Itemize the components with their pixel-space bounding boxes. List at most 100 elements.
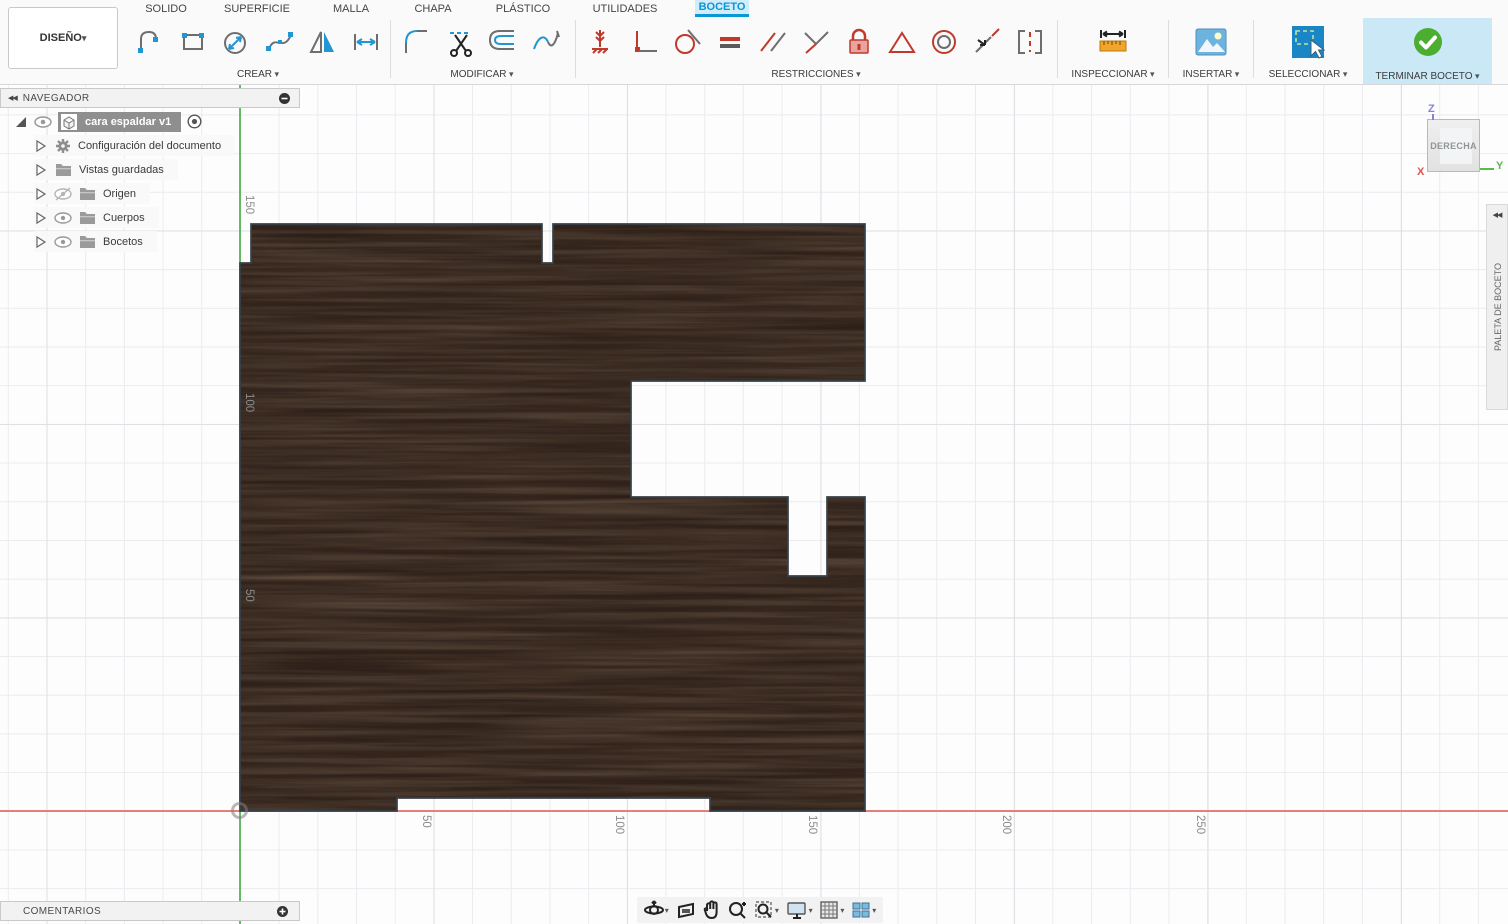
mirror-tool-icon[interactable]: [306, 25, 340, 59]
folder-icon: [56, 163, 71, 176]
concentric-constraint-icon[interactable]: [927, 25, 961, 59]
circle-tool-icon[interactable]: [219, 25, 253, 59]
grid-dropdown-caret[interactable]: ▾: [840, 906, 844, 915]
expand-arrow-icon[interactable]: [34, 186, 47, 202]
navigator-item-sketches[interactable]: Bocetos: [0, 231, 300, 252]
pan-button[interactable]: [702, 900, 720, 920]
sketch-profile[interactable]: [240, 224, 865, 811]
navigator-root-row[interactable]: cara espaldar v1: [0, 111, 300, 132]
group-crear: CREAR: [133, 20, 383, 82]
insert-image-icon[interactable]: [1194, 25, 1228, 59]
navigator-item-saved-views[interactable]: Vistas guardadas: [0, 159, 300, 180]
tab-malla[interactable]: MALLA: [328, 0, 374, 17]
edit-curve-tool-icon[interactable]: [529, 25, 563, 59]
fillet-tool-icon[interactable]: [401, 25, 435, 59]
sketch-palette-collapsed[interactable]: ◀◀ PALETA DE BOCETO: [1486, 204, 1508, 410]
sketch-origin-point[interactable]: [231, 802, 248, 819]
zoom-button[interactable]: [727, 900, 747, 920]
tab-utilidades[interactable]: UTILIDADES: [589, 0, 661, 17]
collapse-left-icon[interactable]: ◀◀: [8, 94, 18, 102]
x-tick-50: 50: [420, 815, 432, 828]
visibility-eye-icon[interactable]: [54, 235, 72, 249]
item-label: Origen: [103, 187, 137, 200]
tab-solido[interactable]: SOLIDO: [141, 0, 191, 17]
expanded-arrow-icon[interactable]: [14, 115, 28, 129]
look-at-button[interactable]: [676, 901, 696, 919]
minimize-circle-icon[interactable]: [278, 92, 291, 105]
orbit-dropdown-caret[interactable]: ▾: [665, 906, 669, 915]
inspeccionar-label[interactable]: INSPECCIONAR: [1063, 69, 1163, 80]
line-arc-tool-icon[interactable]: [133, 25, 167, 59]
tab-boceto[interactable]: BOCETO: [695, 0, 749, 17]
crear-label[interactable]: CREAR: [133, 69, 383, 80]
equal-constraint-icon[interactable]: [713, 25, 747, 59]
midpoint-constraint-icon[interactable]: [885, 25, 919, 59]
orbit-button[interactable]: ▾: [643, 900, 669, 920]
display-settings-button[interactable]: ▾: [786, 901, 813, 920]
coincident-constraint-icon[interactable]: [585, 25, 619, 59]
select-tool-icon[interactable]: [1291, 25, 1325, 59]
trim-tool-icon[interactable]: [444, 25, 478, 59]
separator: [1168, 20, 1169, 78]
collinear-constraint-icon[interactable]: [970, 25, 1004, 59]
seleccionar-label[interactable]: SELECCIONAR: [1258, 69, 1358, 80]
expand-arrow-icon[interactable]: [34, 234, 47, 250]
expand-palette-icon[interactable]: ◀◀: [1487, 211, 1507, 219]
viewports-dropdown-caret[interactable]: ▾: [872, 906, 876, 915]
rectangle-tool-icon[interactable]: [176, 25, 210, 59]
folder-icon: [80, 235, 95, 248]
navigator-item-doc-settings[interactable]: Configuración del documento: [0, 135, 300, 156]
symmetry-constraint-icon[interactable]: [1013, 25, 1047, 59]
visibility-off-eye-icon[interactable]: [54, 186, 72, 201]
tangent-constraint-icon[interactable]: [671, 25, 705, 59]
navigator-item-bodies[interactable]: Cuerpos: [0, 207, 300, 228]
modificar-label[interactable]: MODIFICAR: [401, 69, 563, 80]
parallel-constraint-icon[interactable]: [756, 25, 790, 59]
horizontal-vertical-constraint-icon[interactable]: [628, 25, 662, 59]
separator: [1057, 20, 1058, 78]
item-label: Vistas guardadas: [79, 163, 164, 176]
separator: [1253, 20, 1254, 78]
separator: [575, 20, 576, 78]
fit-dropdown-caret[interactable]: ▾: [775, 906, 779, 915]
navigator-header[interactable]: ◀◀ NAVEGADOR: [0, 88, 300, 108]
display-dropdown-caret[interactable]: ▾: [809, 906, 813, 915]
terminar-boceto-tile[interactable]: TERMINAR BOCETO: [1363, 18, 1492, 84]
perpendicular-constraint-icon[interactable]: [799, 25, 833, 59]
viewcube-x-axis-label: X: [1417, 166, 1425, 178]
activate-radio-icon[interactable]: [187, 114, 202, 129]
expand-arrow-icon[interactable]: [34, 138, 47, 154]
visibility-eye-icon[interactable]: [34, 115, 52, 128]
navigator-item-origin[interactable]: Origen: [0, 183, 300, 204]
viewcube[interactable]: DERECHA: [1427, 119, 1480, 172]
measure-tool-icon[interactable]: [1096, 25, 1130, 59]
sketch-dimension-tool-icon[interactable]: [349, 25, 383, 59]
add-comment-icon[interactable]: [276, 905, 289, 918]
fix-constraint-icon[interactable]: [842, 25, 876, 59]
viewcube-face-label[interactable]: DERECHA: [1430, 141, 1477, 151]
spline-tool-icon[interactable]: [263, 25, 297, 59]
design-menu-button[interactable]: DISEÑO: [8, 7, 118, 69]
sketch-palette-label: PALETA DE BOCETO: [1493, 263, 1503, 352]
terminar-boceto-label: TERMINAR BOCETO: [1363, 71, 1492, 82]
item-label: Configuración del documento: [78, 139, 222, 152]
navigation-dock: ▾ ▾ ▾ ▾ ▾: [637, 897, 883, 923]
tab-plastico[interactable]: PLÁSTICO: [493, 0, 553, 17]
z-axis-stub: [1432, 114, 1434, 120]
finish-sketch-check-icon[interactable]: [1411, 25, 1445, 59]
grid-snap-button[interactable]: ▾: [819, 900, 844, 920]
insertar-label[interactable]: INSERTAR: [1172, 69, 1250, 80]
tab-superficie[interactable]: SUPERFICIE: [219, 0, 295, 17]
y-tick-100: 100: [243, 393, 255, 413]
offset-tool-icon[interactable]: [486, 25, 520, 59]
restricciones-label[interactable]: RESTRICCIONES: [585, 69, 1047, 80]
tab-chapa[interactable]: CHAPA: [410, 0, 456, 17]
fit-button[interactable]: ▾: [754, 900, 779, 920]
viewports-button[interactable]: ▾: [851, 901, 876, 919]
group-inspeccionar: INSPECCIONAR: [1063, 20, 1163, 82]
visibility-eye-icon[interactable]: [54, 211, 72, 225]
comments-bar[interactable]: COMENTARIOS: [0, 901, 300, 921]
expand-arrow-icon[interactable]: [34, 210, 47, 226]
x-tick-150: 150: [806, 815, 818, 835]
expand-arrow-icon[interactable]: [34, 162, 47, 178]
